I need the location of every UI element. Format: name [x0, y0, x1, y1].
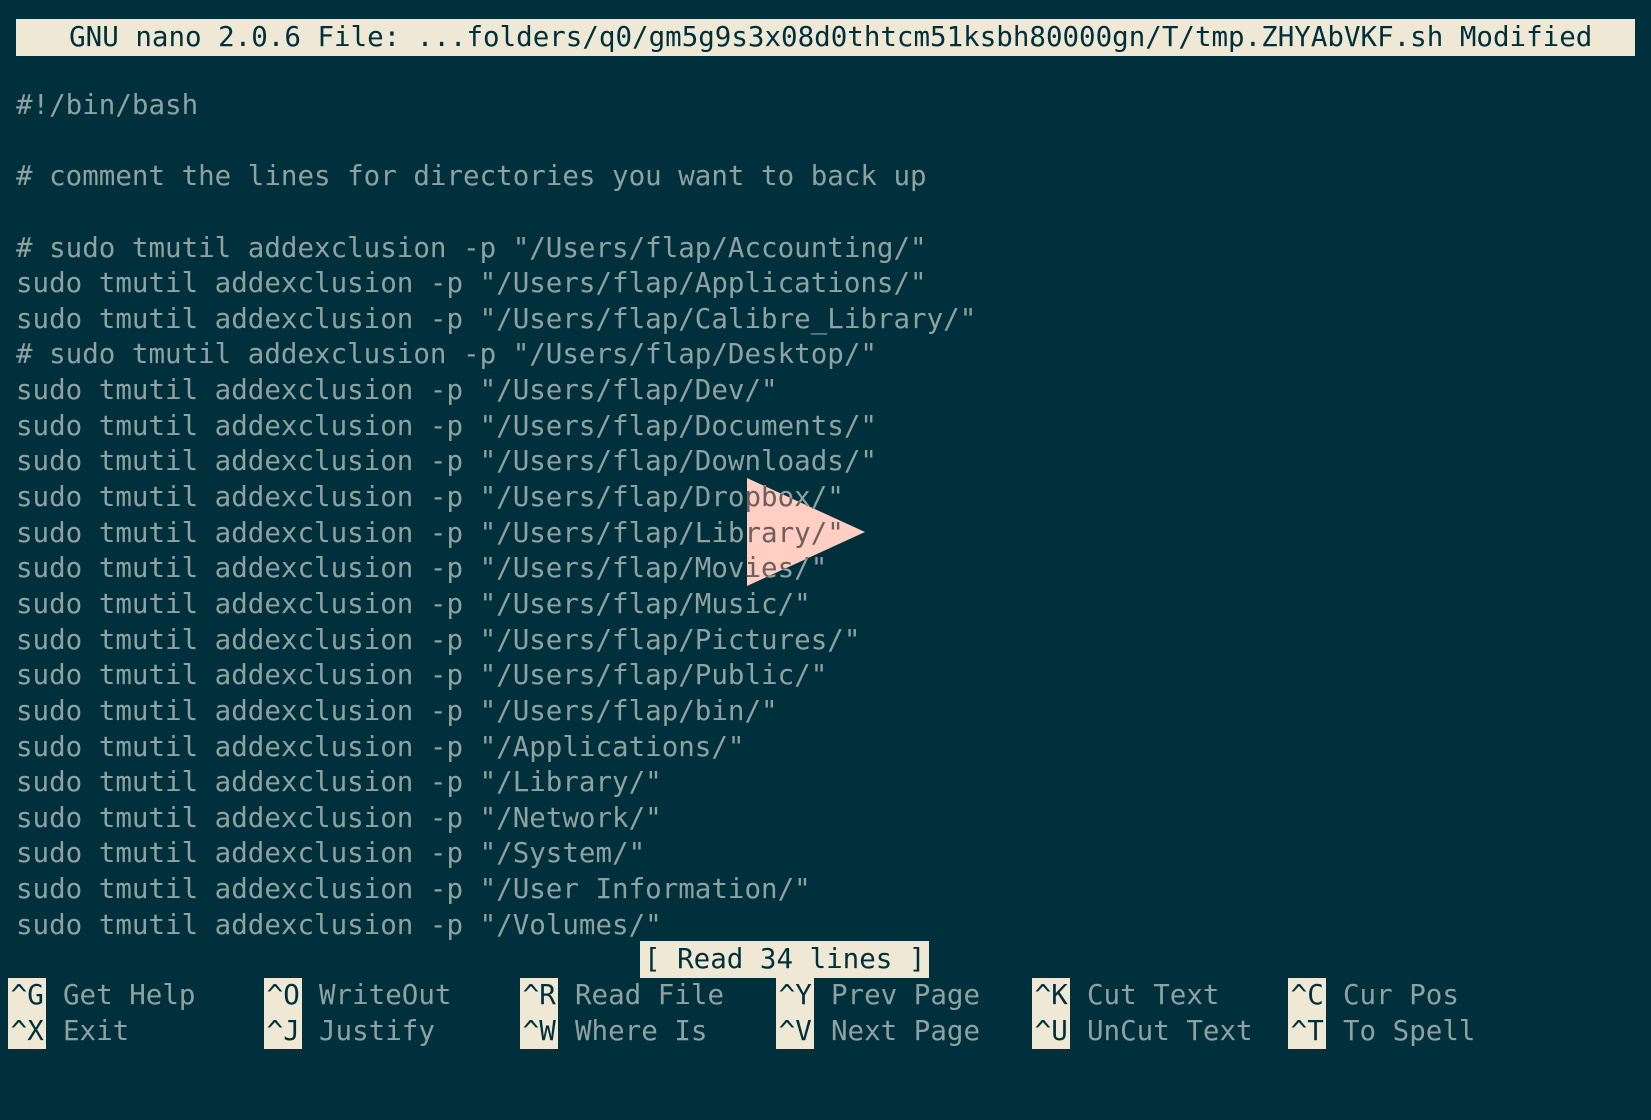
- shortcut-exit[interactable]: ^X Exit: [8, 1013, 130, 1050]
- shortcut-label: WriteOut: [302, 979, 452, 1011]
- shortcut-label: Prev Page: [814, 979, 981, 1011]
- shortcut-key: ^W: [520, 1013, 559, 1050]
- shortcut-key: ^G: [8, 978, 47, 1014]
- shortcut-cut-text[interactable]: ^K Cut Text: [1032, 978, 1219, 1014]
- shortcut-label: To Spell: [1326, 1014, 1476, 1047]
- shortcut-next-page[interactable]: ^V Next Page: [776, 1013, 981, 1050]
- nano-title-bar: GNU nano 2.0.6 File: ...folders/q0/gm5g9…: [16, 19, 1635, 56]
- shortcut-label: Get Help: [46, 979, 196, 1011]
- editor-line: sudo tmutil addexclusion -p "/Network/": [16, 801, 662, 834]
- shortcut-bar: ^G Get Help ^O WriteOut ^R Read File ^Y Pre…: [0, 978, 1651, 1120]
- editor-line: sudo tmutil addexclusion -p "/Users/flap…: [16, 374, 778, 407]
- editor-line: sudo tmutil addexclusion -p "/User Infor…: [16, 873, 811, 906]
- shortcut-key: ^K: [1032, 978, 1071, 1014]
- shortcut-key: ^U: [1032, 1013, 1071, 1050]
- shortcut-row-1: ^G Get Help ^O WriteOut ^R Read File ^Y Pre…: [0, 978, 1651, 1014]
- shortcut-label: Next Page: [814, 1014, 981, 1047]
- shortcut-read-file[interactable]: ^R Read File: [520, 978, 724, 1014]
- shortcut-label: Cut Text: [1070, 979, 1220, 1011]
- shortcut-key: ^R: [520, 978, 559, 1014]
- editor-line: sudo tmutil addexclusion -p "/System/": [16, 837, 646, 870]
- shortcut-key: ^Y: [776, 978, 815, 1014]
- status-message: [ Read 34 lines ]: [640, 941, 930, 978]
- shortcut-writeout[interactable]: ^O WriteOut: [264, 978, 451, 1014]
- editor-line: sudo tmutil addexclusion -p "/Library/": [16, 766, 662, 799]
- shortcut-label: Where Is: [558, 1014, 708, 1047]
- shortcut-key: ^J: [264, 1013, 303, 1050]
- shortcut-label: UnCut Text: [1070, 1014, 1253, 1047]
- editor-line: sudo tmutil addexclusion -p "/Volumes/": [16, 908, 662, 941]
- shortcut-cur-pos[interactable]: ^C Cur Pos: [1288, 978, 1459, 1014]
- shortcut-key: ^O: [264, 978, 303, 1014]
- editor-line: sudo tmutil addexclusion -p "/Users/flap…: [16, 409, 877, 442]
- shortcut-row-2: ^X Exit ^J Justify ^W Where Is ^V Next Page…: [0, 1013, 1651, 1050]
- shortcut-get-help[interactable]: ^G Get Help: [8, 978, 195, 1014]
- editor-line: # sudo tmutil addexclusion -p "/Users/fl…: [16, 231, 927, 264]
- terminal-window: GNU nano 2.0.6 File: ...folders/q0/gm5g9…: [0, 0, 1651, 1120]
- editor-line: sudo tmutil addexclusion -p "/Users/flap…: [16, 587, 811, 620]
- editor-line: sudo tmutil addexclusion -p "/Users/flap…: [16, 694, 778, 727]
- editor-line: sudo tmutil addexclusion -p "/Users/flap…: [16, 302, 977, 335]
- shortcut-where-is[interactable]: ^W Where Is: [520, 1013, 708, 1050]
- editor-line: sudo tmutil addexclusion -p "/Users/flap…: [16, 445, 877, 478]
- shortcut-label: Read File: [558, 979, 725, 1011]
- editor-line: # sudo tmutil addexclusion -p "/Users/fl…: [16, 338, 877, 371]
- shortcut-label: Justify: [302, 1014, 435, 1047]
- shortcut-key: ^X: [8, 1013, 47, 1050]
- editor-line: sudo tmutil addexclusion -p "/Users/flap…: [16, 623, 861, 656]
- shortcut-key: ^V: [776, 1013, 815, 1050]
- shortcut-label: Cur Pos: [1326, 979, 1459, 1011]
- editor-line: sudo tmutil addexclusion -p "/Users/flap…: [16, 267, 927, 300]
- shortcut-prev-page[interactable]: ^Y Prev Page: [776, 978, 980, 1014]
- play-triangle-icon[interactable]: [747, 478, 865, 586]
- editor-line: #!/bin/bash: [16, 89, 199, 121]
- shortcut-key: ^T: [1288, 1013, 1327, 1050]
- shortcut-justify[interactable]: ^J Justify: [264, 1013, 435, 1050]
- editor-line: # comment the lines for directories you …: [16, 160, 927, 193]
- shortcut-label: Exit: [46, 1014, 130, 1047]
- editor-line: sudo tmutil addexclusion -p "/Applicatio…: [16, 730, 745, 763]
- shortcut-to-spell[interactable]: ^T To Spell: [1288, 1013, 1476, 1050]
- shortcut-key: ^C: [1288, 978, 1327, 1014]
- editor-line: sudo tmutil addexclusion -p "/Users/flap…: [16, 659, 828, 692]
- shortcut-uncut-text[interactable]: ^U UnCut Text: [1032, 1013, 1253, 1050]
